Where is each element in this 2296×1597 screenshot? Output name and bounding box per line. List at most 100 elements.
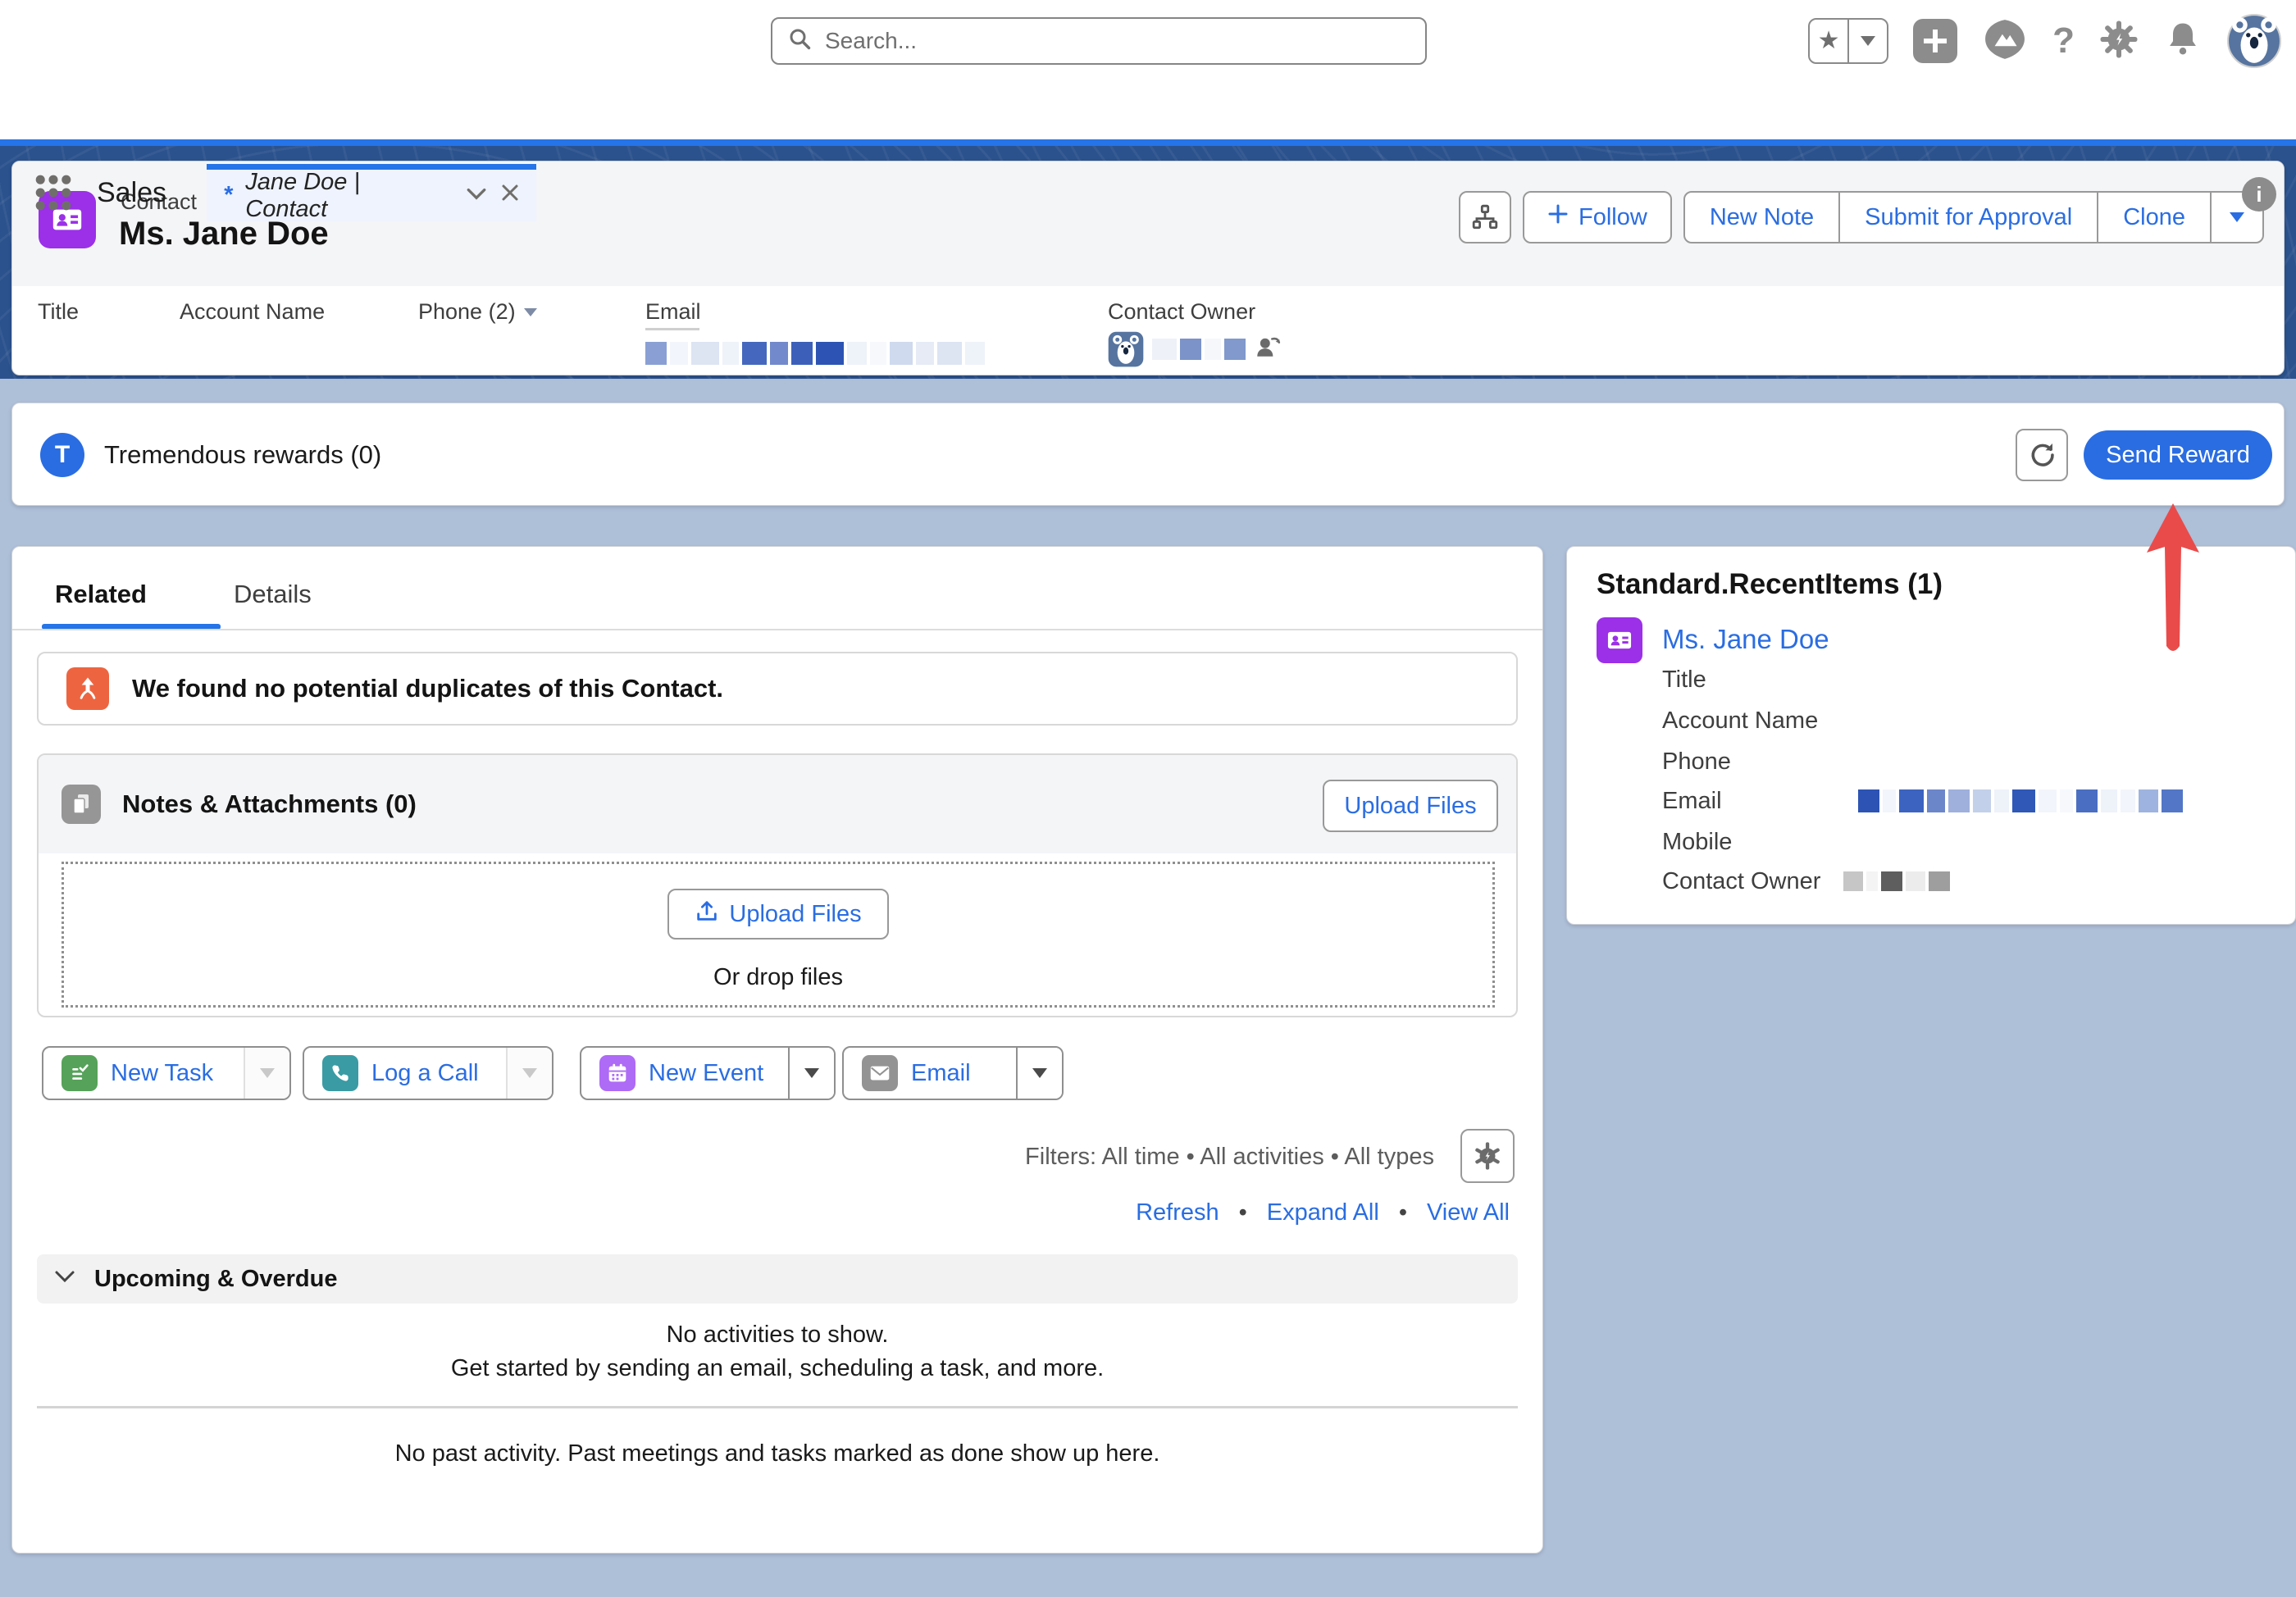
org-chart-button[interactable] [1459, 191, 1511, 243]
separator-dot: • [1239, 1199, 1247, 1226]
sidebar-title-label: Title [1662, 667, 1706, 694]
tab-related[interactable]: Related [55, 580, 147, 609]
dropzone-upload-label: Upload Files [729, 901, 861, 928]
duplicates-alert: We found no potential duplicates of this… [37, 652, 1518, 726]
new-event-button[interactable]: New Event [581, 1048, 788, 1099]
new-event-dropdown[interactable] [788, 1048, 834, 1099]
notes-icon [61, 785, 101, 824]
upload-icon [695, 899, 719, 930]
new-task-dropdown[interactable] [244, 1048, 289, 1099]
trailhead-icon[interactable] [1982, 16, 2028, 66]
new-note-button[interactable]: New Note [1685, 193, 1838, 242]
phone-icon [322, 1055, 358, 1091]
favorites-star-icon[interactable]: ★ [1810, 20, 1847, 62]
log-call-button-group: Log a Call [303, 1046, 554, 1100]
field-title-label: Title [38, 299, 79, 325]
new-event-label: New Event [649, 1060, 763, 1087]
calendar-icon [599, 1055, 636, 1091]
setup-gear-icon[interactable] [2099, 20, 2139, 63]
field-owner-label: Contact Owner [1108, 299, 1255, 325]
favorites-dropdown-icon[interactable] [1847, 20, 1887, 62]
upload-files-button[interactable]: Upload Files [1323, 780, 1498, 832]
follow-button[interactable]: Follow [1523, 191, 1672, 243]
dropzone-upload-button[interactable]: Upload Files [667, 889, 889, 940]
tab-label: Jane Doe | Contact [245, 169, 446, 223]
plus-icon [1547, 203, 1569, 231]
log-a-call-button[interactable]: Log a Call [304, 1048, 506, 1099]
merge-duplicates-icon [66, 667, 109, 710]
refresh-button[interactable] [2016, 429, 2068, 481]
file-dropzone[interactable]: Upload Files Or drop files [61, 862, 1495, 1008]
owner-redacted-value [1152, 339, 1246, 360]
rewards-panel-title: Tremendous rewards (0) [104, 403, 381, 507]
tab-details[interactable]: Details [234, 580, 312, 609]
contact-entity-icon-small [1597, 617, 1642, 663]
info-icon[interactable]: i [2242, 177, 2276, 212]
sidebar-email-redacted [1858, 789, 2183, 812]
field-email-label: Email [645, 299, 701, 325]
new-task-label: New Task [111, 1060, 213, 1087]
view-all-link[interactable]: View All [1427, 1199, 1510, 1226]
activity-links: Refresh • Expand All • View All [1136, 1199, 1510, 1226]
new-event-button-group: New Event [580, 1046, 836, 1100]
user-avatar[interactable] [2227, 14, 2281, 68]
help-icon[interactable]: ? [2052, 20, 2075, 61]
sidebar-owner-redacted [1843, 871, 1950, 891]
phone-dropdown-icon[interactable] [524, 308, 537, 316]
log-a-call-label: Log a Call [371, 1060, 479, 1087]
search-icon [787, 26, 813, 57]
favorites-button[interactable]: ★ [1808, 18, 1888, 64]
global-actions-add-icon[interactable] [1913, 19, 1957, 63]
email-button-group: Email [842, 1046, 1064, 1100]
field-phone[interactable]: Phone (2) [418, 299, 537, 325]
email-dropdown[interactable] [1016, 1048, 1062, 1099]
email-underline [645, 328, 699, 330]
field-contact-owner: Contact Owner [1108, 299, 1282, 367]
field-account-name: Account Name [180, 299, 325, 325]
record-detail-card: Related Details We found no potential du… [11, 546, 1543, 1554]
new-task-button-group: New Task [42, 1046, 291, 1100]
notes-title: Notes & Attachments (0) [122, 755, 417, 853]
follow-label: Follow [1578, 204, 1647, 231]
app-name[interactable]: Sales [97, 164, 166, 221]
tab-chevron-down-icon[interactable] [466, 182, 487, 209]
past-activity-divider [37, 1406, 1518, 1408]
tab-close-icon[interactable] [500, 182, 520, 209]
global-search[interactable] [771, 17, 1427, 65]
change-owner-icon[interactable] [1254, 333, 1282, 366]
record-button-group: New Note Submit for Approval Clone [1683, 191, 2264, 243]
recent-items-title: Standard.RecentItems (1) [1597, 568, 1943, 601]
sidebar-mobile-label: Mobile [1662, 829, 1732, 856]
log-call-dropdown[interactable] [506, 1048, 552, 1099]
search-input[interactable] [825, 28, 1410, 54]
workspace-tab-bar: Sales * Jane Doe | Contact i [0, 82, 2296, 139]
section-chevron-down-icon[interactable] [53, 1269, 76, 1290]
refresh-link[interactable]: Refresh [1136, 1199, 1219, 1226]
tremendous-logo-icon: T [40, 433, 84, 477]
global-header: ★ ? [0, 0, 2296, 82]
clone-button[interactable]: Clone [2097, 193, 2210, 242]
task-icon [61, 1055, 98, 1091]
send-reward-button[interactable]: Send Reward [2084, 430, 2272, 480]
submit-for-approval-button[interactable]: Submit for Approval [1838, 193, 2097, 242]
email-button[interactable]: Email [844, 1048, 1016, 1099]
sidebar-phone-label: Phone [1662, 748, 1731, 776]
envelope-icon [862, 1055, 898, 1091]
upcoming-overdue-section[interactable]: Upcoming & Overdue [37, 1254, 1518, 1304]
sidebar-owner-label: Contact Owner [1662, 868, 1820, 895]
expand-all-link[interactable]: Expand All [1267, 1199, 1379, 1226]
upcoming-overdue-title: Upcoming & Overdue [94, 1266, 338, 1293]
tab-jane-doe-contact[interactable]: * Jane Doe | Contact [207, 164, 536, 221]
recent-item-link[interactable]: Ms. Jane Doe [1662, 624, 1829, 655]
notifications-bell-icon[interactable] [2163, 20, 2203, 63]
notes-attachments-card: Notes & Attachments (0) Upload Files Upl… [37, 753, 1518, 1017]
app-launcher-icon[interactable] [33, 172, 74, 217]
activity-filters-summary[interactable]: Filters: All time • All activities • All… [1025, 1144, 1434, 1171]
get-started-text: Get started by sending an email, schedul… [12, 1355, 1542, 1382]
unsaved-marker: * [223, 182, 232, 209]
new-task-button[interactable]: New Task [43, 1048, 244, 1099]
separator-dot: • [1399, 1199, 1407, 1226]
sidebar-email-label: Email [1662, 788, 1722, 815]
activity-settings-button[interactable] [1460, 1129, 1515, 1183]
header-icon-group: ★ ? [1808, 0, 2281, 82]
